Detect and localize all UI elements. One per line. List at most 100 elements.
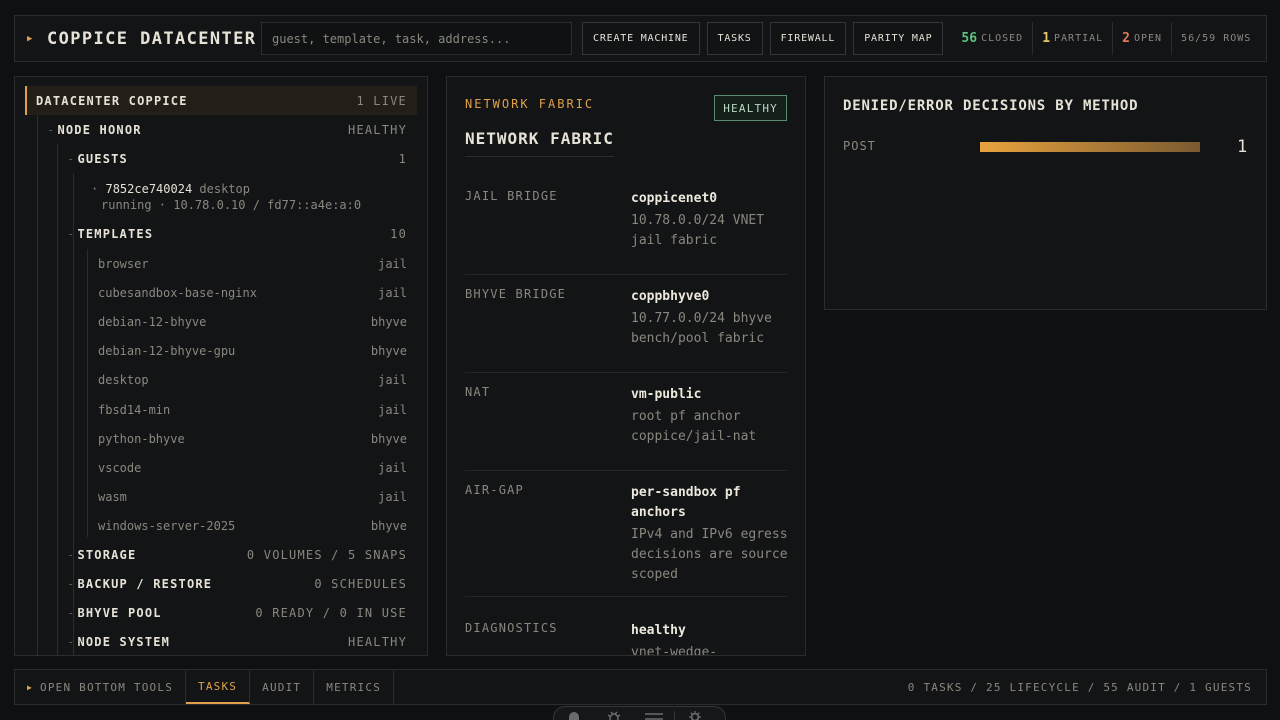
template-kind: jail (378, 402, 407, 417)
row-count: 56/59 ROWS (1172, 22, 1260, 55)
ghost-icon[interactable] (554, 711, 594, 720)
tree-item-node-system[interactable]: - NODE SYSTEM HEALTHY (15, 627, 427, 655)
template-item[interactable]: python-bhyve bhyve (15, 424, 427, 453)
search-input[interactable] (261, 22, 572, 55)
open-count-value: 2 (1122, 31, 1130, 46)
template-item[interactable]: wasm jail (15, 483, 427, 512)
guest-title: · 7852ce740024 desktop (91, 181, 361, 197)
tab-tasks[interactable]: TASKS (186, 670, 251, 704)
chart-value-label: 1 (1237, 137, 1248, 157)
row-count-label: 56/59 ROWS (1181, 33, 1252, 44)
fabric-key: AIR-GAP (465, 483, 524, 497)
status-counts: 56 CLOSED 1 PARTIAL 2 OPEN 56/59 ROWS (952, 22, 1260, 55)
network-fabric-panel: NETWORK FABRIC HEALTHY NETWORK FABRIC JA… (446, 76, 806, 656)
template-kind: bhyve (370, 519, 407, 534)
tree-branch-mark: - (67, 605, 76, 620)
tree-item-guests[interactable]: - GUESTS 1 (15, 144, 427, 173)
fabric-key: JAIL BRIDGE (465, 189, 558, 203)
tree-item-label: - GUESTS (67, 152, 128, 166)
template-item[interactable]: windows-server-2025 bhyve (15, 512, 427, 541)
template-kind: bhyve (370, 344, 407, 359)
tasks-button[interactable]: TASKS (706, 22, 763, 55)
fabric-value: healthy (631, 623, 686, 638)
tree-item-label: - BHYVE POOL (67, 606, 162, 620)
tree-item-label: - STORAGE (67, 548, 136, 562)
bottom-tools-bar: ▶ OPEN BOTTOM TOOLS TASKS AUDIT METRICS … (14, 669, 1267, 705)
template-kind: jail (378, 285, 407, 300)
tree-branch-mark: - (47, 122, 56, 137)
collapse-caret-icon[interactable]: ▶ (27, 34, 41, 44)
chart-bar-track (980, 142, 1200, 152)
fabric-key: NAT (465, 385, 491, 399)
tree-item-value: 0 READY / 0 IN USE (255, 605, 407, 620)
dock (553, 706, 726, 720)
firewall-button[interactable]: FIREWALL (769, 22, 847, 55)
tree-item-label: - NODE SYSTEM (67, 635, 170, 649)
page-title: COPPICE DATACENTER (47, 28, 257, 49)
tab-metrics[interactable]: METRICS (314, 670, 395, 704)
tree-item-bhyve-pool[interactable]: - BHYVE POOL 0 READY / 0 IN USE (15, 598, 427, 627)
tree-item-storage[interactable]: - STORAGE 0 VOLUMES / 5 SNAPS (15, 540, 427, 569)
open-bottom-tools-label: OPEN BOTTOM TOOLS (40, 680, 174, 694)
tree-branch-mark: - (67, 576, 76, 591)
fabric-value: coppicenet0 (631, 191, 718, 206)
fabric-value-block: per-sandbox pf anchors IPv4 and IPv6 egre… (631, 483, 791, 585)
template-name: debian-12-bhyve (98, 314, 207, 329)
guest-id: 7852ce740024 (105, 182, 193, 196)
fabric-key: DIAGNOSTICS (465, 621, 558, 635)
closed-count-value: 56 (961, 31, 978, 46)
template-item[interactable]: desktop jail (15, 366, 427, 395)
guest-item[interactable]: · 7852ce740024 desktop running · 10.78.0… (91, 181, 361, 213)
template-kind: jail (378, 490, 407, 505)
template-kind: bhyve (370, 314, 407, 329)
tree-item-label: DATACENTER COPPICE (36, 93, 188, 108)
tree-branch-mark: - (67, 226, 76, 241)
bug-icon[interactable] (594, 711, 634, 720)
chart-bar (980, 142, 1200, 152)
tree-item-node[interactable]: - NODE HONOR HEALTHY (15, 115, 427, 144)
tab-audit[interactable]: AUDIT (250, 670, 315, 704)
template-item[interactable]: vscode jail (15, 453, 427, 482)
partial-count-value: 1 (1042, 31, 1051, 46)
fabric-value-block: healthy vnet-wedge- (631, 621, 791, 655)
fabric-value-block: vm-public root pf anchor coppice/jail-nat (631, 385, 791, 447)
tree-item-value: 0 SCHEDULES (314, 576, 407, 591)
open-bottom-tools-button[interactable]: ▶ OPEN BOTTOM TOOLS (15, 670, 187, 704)
menu-icon[interactable] (634, 711, 674, 720)
template-name: debian-12-bhyve-gpu (98, 344, 236, 359)
create-machine-button[interactable]: CREATE MACHINE (582, 22, 700, 55)
guest-type: desktop (199, 182, 250, 196)
template-item[interactable]: browser jail (15, 249, 427, 278)
tree-item-label-text: NODE HONOR (57, 122, 142, 137)
tree-item-backup[interactable]: - BACKUP / RESTORE 0 SCHEDULES (15, 569, 427, 598)
tree-item-value: 0 VOLUMES / 5 SNAPS (246, 547, 407, 562)
template-item[interactable]: debian-12-bhyve-gpu bhyve (15, 337, 427, 366)
template-name: python-bhyve (98, 431, 185, 446)
template-kind: jail (378, 256, 407, 271)
tree-item-value: 1 LIVE (356, 93, 407, 108)
fabric-value-block: coppicenet0 10.78.0.0/24 VNET jail fabric (631, 189, 791, 251)
parity-map-button[interactable]: PARITY MAP (853, 22, 944, 55)
fabric-value: vm-public (631, 387, 702, 402)
tree-item-datacenter[interactable]: DATACENTER COPPICE 1 LIVE (25, 86, 417, 115)
template-item[interactable]: debian-12-bhyve bhyve (15, 307, 427, 336)
template-item[interactable]: cubesandbox-base-nginx jail (15, 278, 427, 307)
fabric-row: BHYVE BRIDGE coppbhyve0 10.77.0.0/24 bhyve… (465, 287, 787, 373)
expand-caret-icon: ▶ (27, 682, 34, 692)
tree-item-templates[interactable]: - TEMPLATES 10 (15, 219, 427, 248)
template-name: vscode (98, 460, 142, 475)
tree-item-label: - BACKUP / RESTORE (67, 577, 212, 591)
template-item[interactable]: fbsd14-min jail (15, 395, 427, 424)
resource-tree: DATACENTER COPPICE 1 LIVE - NODE HONOR HE… (14, 76, 428, 656)
gear-icon[interactable] (675, 711, 715, 720)
tree-item-label-text: GUESTS (77, 151, 128, 166)
fabric-value: per-sandbox pf anchors (631, 485, 741, 520)
fabric-key: BHYVE BRIDGE (465, 287, 567, 301)
template-name: cubesandbox-base-nginx (98, 285, 257, 300)
tree-branch-mark: - (67, 547, 76, 562)
partial-count: 1 PARTIAL (1033, 22, 1114, 55)
tree-item-value: 10 (390, 226, 407, 241)
panel-title: NETWORK FABRIC (465, 129, 614, 157)
tree-item-label: - TEMPLATES (67, 227, 153, 241)
fabric-detail: IPv4 and IPv6 egress decisions are sourc… (631, 527, 788, 582)
